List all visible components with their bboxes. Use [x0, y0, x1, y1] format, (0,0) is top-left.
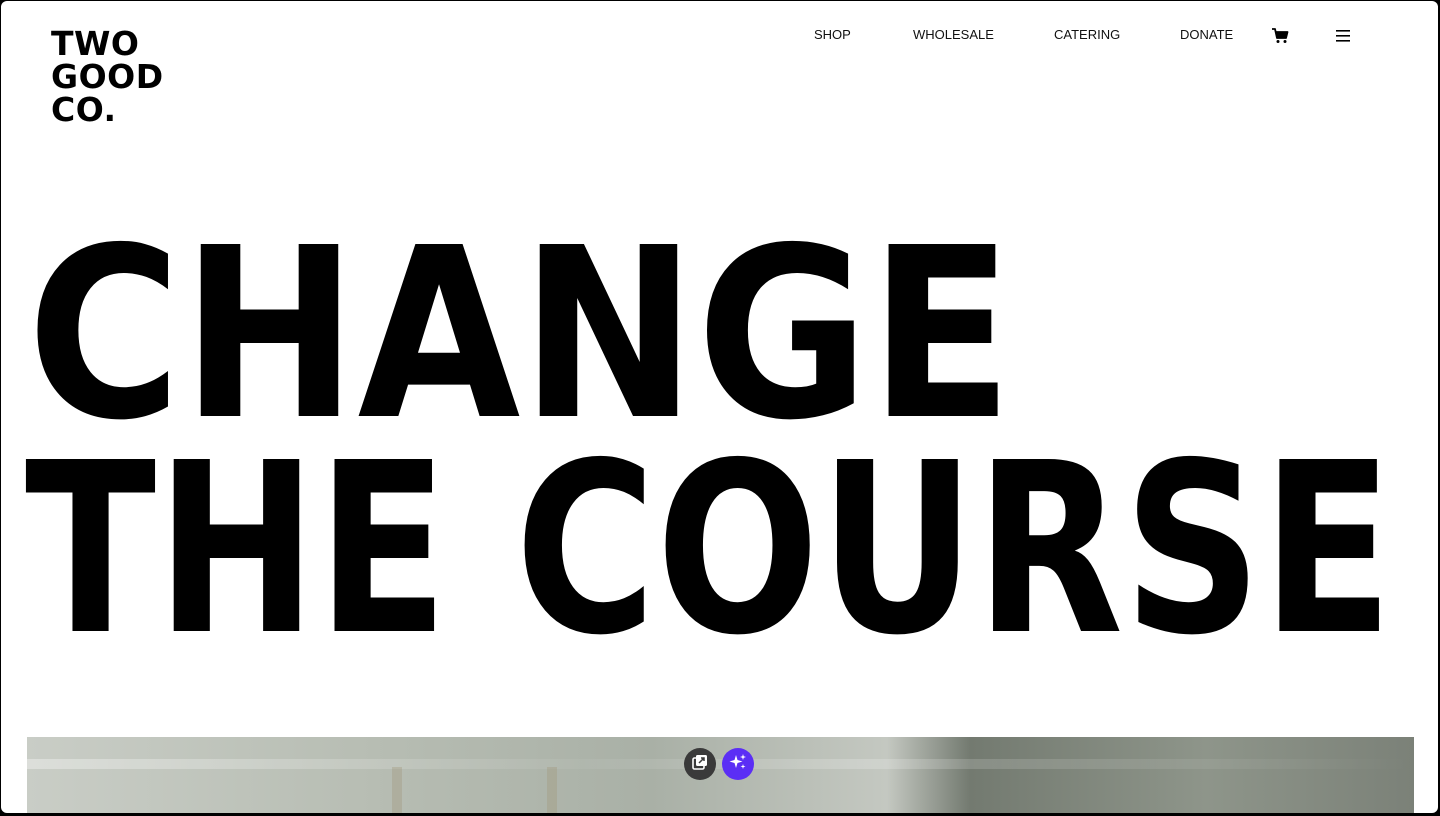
- open-external-button[interactable]: [684, 748, 716, 780]
- logo-line-2: GOOD: [51, 57, 164, 96]
- nav-wholesale[interactable]: WHOLESALE: [913, 27, 994, 43]
- video-frame-detail: [547, 767, 557, 813]
- hero-video[interactable]: [27, 737, 1414, 813]
- top-nav: SHOP WHOLESALE CATERING DONATE: [1, 27, 1438, 45]
- nav-donate[interactable]: DONATE: [1180, 27, 1233, 43]
- nav-shop[interactable]: SHOP: [814, 27, 851, 43]
- ai-assist-button[interactable]: [722, 748, 754, 780]
- video-frame-highlight: [27, 759, 1414, 769]
- video-frame-detail: [392, 767, 402, 813]
- cart-icon[interactable]: [1271, 27, 1289, 45]
- hero-headline: CHANGE THE COURSE: [1, 226, 1438, 646]
- hamburger-menu-icon[interactable]: [1335, 27, 1351, 45]
- logo-line-3: CO.: [51, 90, 117, 129]
- sparkles-icon: [728, 752, 748, 777]
- hero-line-2: THE COURSE: [25, 412, 1393, 646]
- open-external-icon: [691, 753, 709, 776]
- nav-catering[interactable]: CATERING: [1054, 27, 1120, 43]
- page: TWO GOOD CO. SHOP WHOLESALE CATERING DON…: [1, 1, 1438, 813]
